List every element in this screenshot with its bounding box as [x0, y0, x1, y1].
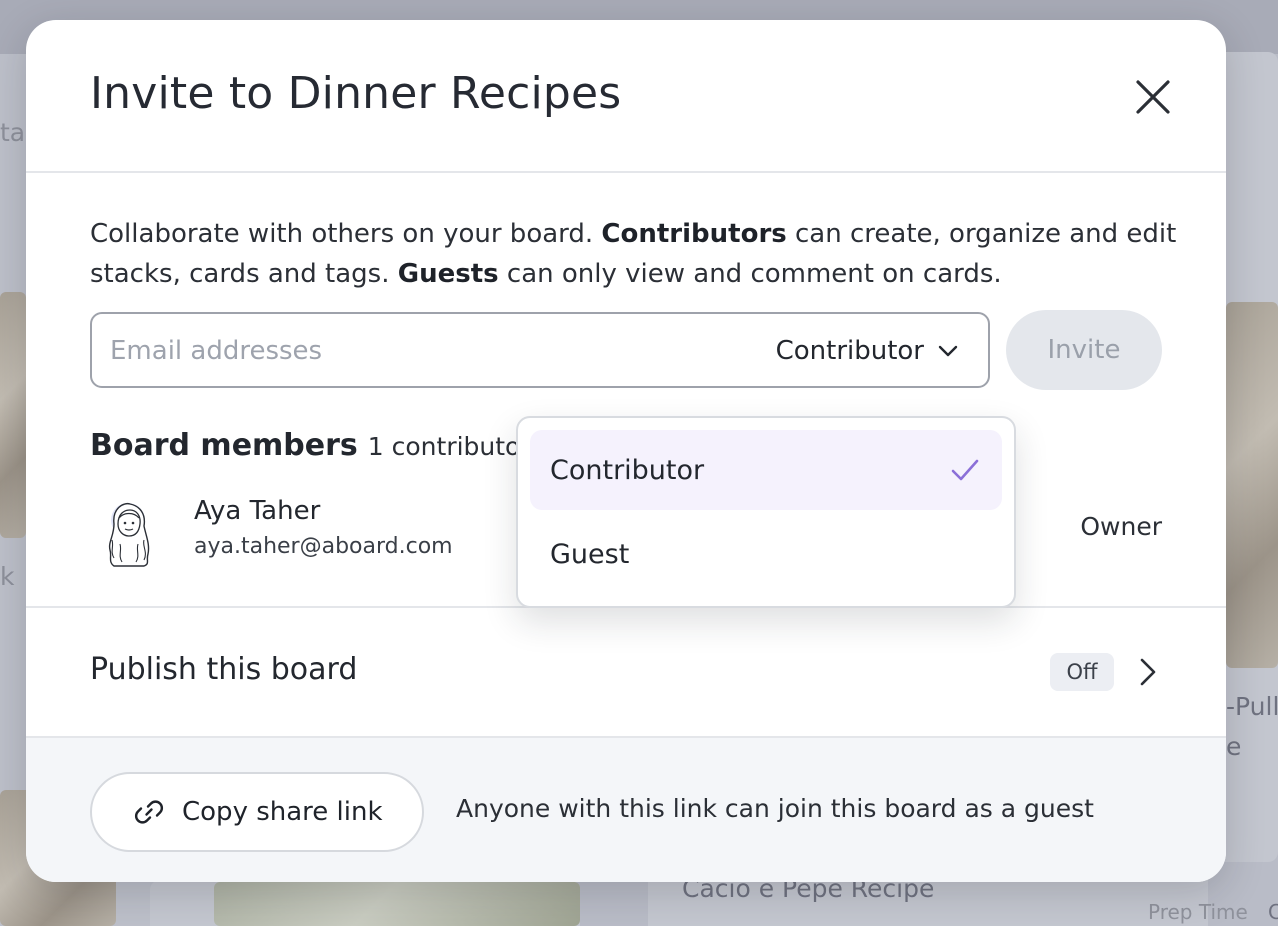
- members-heading: Board members 1 contributor: [90, 428, 531, 463]
- role-option-label: Contributor: [550, 454, 705, 486]
- invite-button[interactable]: Invite: [1006, 310, 1162, 390]
- email-input[interactable]: [110, 326, 710, 376]
- chevron-down-icon: [938, 345, 958, 357]
- description-contributors: Contributors: [601, 219, 787, 249]
- chevron-right-icon: [1140, 658, 1156, 686]
- background-text: e: [1226, 732, 1242, 761]
- background-photo: [214, 882, 580, 926]
- description-text: Collaborate with others on your board.: [90, 219, 602, 249]
- members-title: Board members: [90, 428, 358, 463]
- modal-header: Invite to Dinner Recipes: [26, 20, 1226, 173]
- invite-modal: Invite to Dinner Recipes Collaborate wit…: [26, 20, 1226, 882]
- publish-board-row[interactable]: Publish this board Off: [26, 608, 1226, 736]
- copy-share-link-button[interactable]: Copy share link: [90, 772, 424, 852]
- role-option-contributor[interactable]: Contributor: [530, 430, 1002, 510]
- share-footer: Copy share link Anyone with this link ca…: [26, 736, 1226, 882]
- publish-status-badge: Off: [1050, 653, 1114, 691]
- avatar: [104, 500, 160, 568]
- background-text: k: [0, 562, 15, 591]
- link-icon: [134, 800, 164, 824]
- background-photo: [1226, 302, 1278, 668]
- close-icon: [1136, 80, 1170, 114]
- background-prep-time-label: Prep Time: [1148, 900, 1248, 924]
- check-icon: [951, 459, 979, 481]
- background-text: -Pull: [1226, 692, 1278, 721]
- member-name: Aya Taher: [194, 496, 321, 526]
- role-select[interactable]: Contributor: [752, 326, 982, 376]
- members-count: 1 contributor: [367, 432, 531, 461]
- description-text: can only view and comment on cards.: [498, 259, 1002, 289]
- member-email: aya.taher@aboard.com: [194, 534, 453, 559]
- modal-title: Invite to Dinner Recipes: [90, 68, 622, 119]
- close-button[interactable]: [1130, 74, 1176, 120]
- role-option-label: Guest: [550, 538, 630, 570]
- background-prep-time-value: C: [1268, 900, 1278, 924]
- background-photo: [0, 292, 26, 538]
- role-dropdown-menu: Contributor Guest: [516, 416, 1016, 608]
- role-option-guest[interactable]: Guest: [530, 514, 1002, 594]
- share-hint: Anyone with this link can join this boar…: [456, 794, 1094, 823]
- email-field-container: Contributor: [90, 312, 990, 388]
- description-guests: Guests: [397, 259, 499, 289]
- background-text: ta: [0, 118, 26, 147]
- avatar-illustration: [108, 502, 150, 567]
- invite-description: Collaborate with others on your board. C…: [90, 214, 1180, 294]
- role-select-label: Contributor: [775, 336, 924, 366]
- copy-share-link-label: Copy share link: [182, 797, 383, 827]
- member-role: Owner: [1080, 512, 1162, 541]
- publish-title: Publish this board: [90, 652, 358, 687]
